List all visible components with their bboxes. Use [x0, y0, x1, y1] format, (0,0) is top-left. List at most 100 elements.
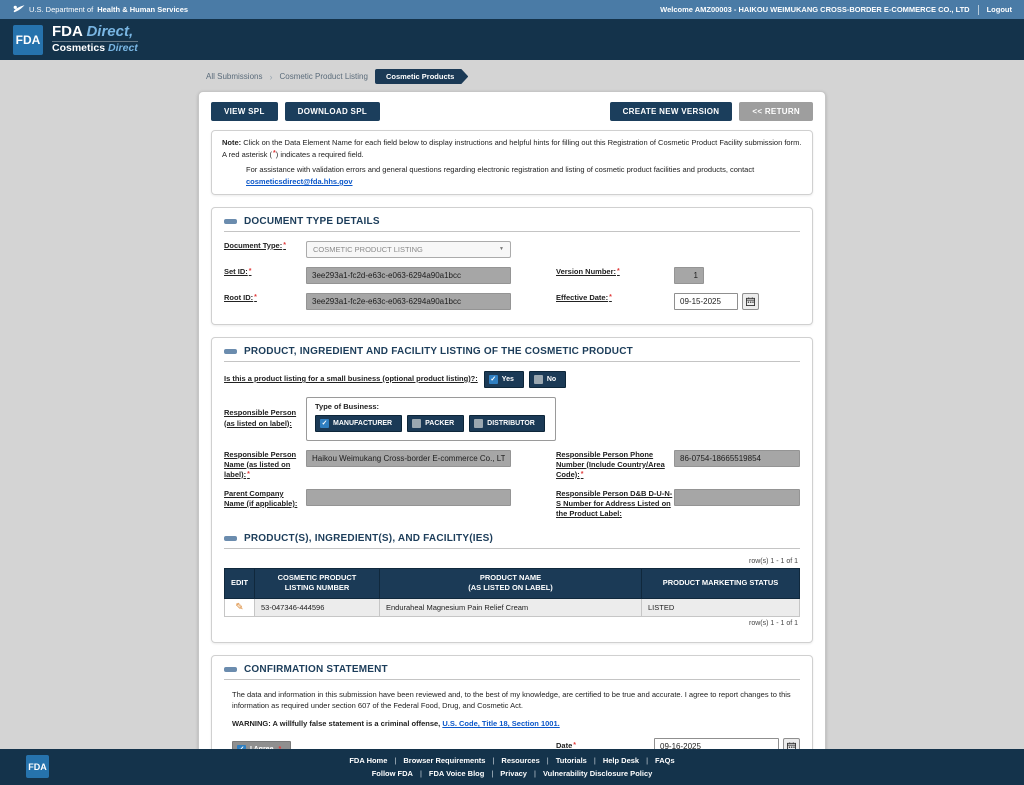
- footer-link-fda-voice-blog[interactable]: FDA Voice Blog: [429, 769, 484, 778]
- cosmeticsdirect-email-link[interactable]: cosmeticsdirect@fda.hhs.gov: [246, 177, 353, 186]
- products-subsection-header: PRODUCT(S), INGREDIENT(S), AND FACILITY(…: [224, 533, 800, 550]
- note-line-2: For assistance with validation errors an…: [222, 164, 802, 187]
- edit-pencil-icon[interactable]: ✎: [235, 602, 243, 613]
- type-of-business-fieldset: Type of Business: ✓ MANUFACTURER PACKER: [306, 396, 556, 441]
- create-new-version-button[interactable]: CREATE NEW VERSION: [609, 102, 733, 121]
- breadcrumb-cosmetic-products[interactable]: Cosmetic Products: [375, 69, 468, 84]
- breadcrumb: All Submissions › Cosmetic Product Listi…: [198, 67, 826, 91]
- required-asterisk: *: [617, 267, 620, 275]
- footer: FDA FDA Home | Browser Requirements | Reso…: [0, 749, 1024, 785]
- small-business-yes-checkbox[interactable]: ✓ Yes: [483, 370, 524, 388]
- effective-date-label[interactable]: Effective Date:*: [556, 293, 674, 303]
- section-title: PRODUCT, INGREDIENT AND FACILITY LISTING…: [244, 345, 633, 357]
- type-of-business-label: Type of Business:: [315, 401, 380, 411]
- breadcrumb-all-submissions[interactable]: All Submissions: [206, 72, 262, 81]
- col-status: PRODUCT MARKETING STATUS: [641, 568, 800, 599]
- app-subtitle-main: Cosmetics: [52, 42, 106, 55]
- rp-phone-label[interactable]: Responsible Person Phone Number (Include…: [556, 450, 674, 480]
- duns-label[interactable]: Responsible Person D&B D-U-N-S Number fo…: [556, 489, 674, 519]
- distributor-checkbox[interactable]: DISTRIBUTOR: [469, 414, 545, 432]
- rp-phone-input: [674, 449, 800, 467]
- footer-link-vulnerability-disclosure[interactable]: Vulnerability Disclosure Policy: [543, 769, 652, 778]
- document-type-select[interactable]: COSMETIC PRODUCT LISTING ▼: [306, 240, 511, 258]
- separator: |: [394, 756, 397, 765]
- root-id-input: [306, 292, 511, 310]
- hhs-brand: U.S. Department of Health & Human Servic…: [12, 3, 188, 16]
- app-subtitle-italic: Direct: [108, 42, 138, 55]
- footer-link-privacy[interactable]: Privacy: [500, 769, 527, 778]
- calendar-icon: [746, 296, 755, 306]
- effective-date-calendar-button[interactable]: [742, 292, 759, 310]
- footer-link-follow-fda[interactable]: Follow FDA: [372, 769, 413, 778]
- checked-checkbox-icon: ✓: [320, 418, 329, 428]
- app-title-main: FDA: [52, 22, 83, 40]
- separator: |: [491, 769, 494, 778]
- effective-date-input[interactable]: [674, 292, 738, 310]
- version-number-input: [674, 266, 704, 284]
- manufacturer-label: MANUFACTURER: [333, 419, 393, 427]
- collapse-dash-icon[interactable]: [224, 348, 237, 354]
- rows-info-bottom: row(s) 1 - 1 of 1: [748, 619, 798, 627]
- separator: |: [533, 769, 536, 778]
- small-business-no-checkbox[interactable]: No: [528, 370, 567, 388]
- rp-name-label[interactable]: Responsible Person Name (as listed on la…: [224, 450, 300, 480]
- view-spl-button[interactable]: VIEW SPL: [211, 102, 278, 121]
- col-product-name: PRODUCT NAME (AS LISTED ON LABEL): [379, 568, 642, 599]
- app-title-italic: Direct,: [86, 22, 134, 40]
- separator: |: [646, 756, 649, 765]
- rp-name-input: [306, 449, 511, 467]
- col-listing-number: COSMETIC PRODUCT LISTING NUMBER: [254, 568, 380, 599]
- root-id-label[interactable]: Root ID:*: [224, 293, 300, 303]
- note-text-b: ) indicates a required field.: [275, 149, 364, 159]
- version-number-label[interactable]: Version Number:*: [556, 267, 674, 277]
- unchecked-checkbox-icon: [474, 418, 484, 428]
- toolbar: VIEW SPL DOWNLOAD SPL CREATE NEW VERSION…: [211, 102, 813, 121]
- hhs-eagle-icon: [13, 5, 25, 13]
- footer-fda-logo[interactable]: FDA: [26, 755, 49, 778]
- document-type-label[interactable]: Document Type:*: [224, 241, 300, 251]
- parent-company-input: [306, 488, 511, 506]
- app-title: FDA Direct, Cosmetics Direct: [52, 22, 138, 55]
- section-header: PRODUCT, INGREDIENT AND FACILITY LISTING…: [224, 346, 800, 362]
- products-table: EDIT COSMETIC PRODUCT LISTING NUMBER PRO…: [224, 568, 800, 617]
- section-header: CONFIRMATION STATEMENT: [224, 664, 800, 680]
- download-spl-button[interactable]: DOWNLOAD SPL: [284, 102, 381, 121]
- footer-link-tutorials[interactable]: Tutorials: [556, 756, 587, 765]
- packer-checkbox[interactable]: PACKER: [407, 414, 465, 432]
- welcome-text: Welcome AMZ00003 - HAIKOU WEIMUKANG CROS…: [660, 5, 970, 14]
- collapse-dash-icon[interactable]: [224, 536, 237, 542]
- footer-link-fda-home[interactable]: FDA Home: [349, 756, 387, 765]
- footer-links-row-1: FDA Home | Browser Requirements | Resource…: [349, 756, 674, 765]
- footer-link-help-desk[interactable]: Help Desk: [603, 756, 639, 765]
- form-card: VIEW SPL DOWNLOAD SPL CREATE NEW VERSION…: [198, 91, 826, 785]
- fda-logo[interactable]: FDA: [13, 24, 43, 55]
- product-ingredient-facility-section: PRODUCT, INGREDIENT AND FACILITY LISTING…: [211, 336, 813, 643]
- chevron-down-icon: ▼: [499, 246, 504, 252]
- footer-link-faqs[interactable]: FAQs: [655, 756, 675, 765]
- small-business-label[interactable]: Is this a product listing for a small bu…: [224, 374, 478, 384]
- breadcrumb-cosmetic-product-listing[interactable]: Cosmetic Product Listing: [279, 72, 367, 81]
- collapse-dash-icon[interactable]: [224, 218, 237, 224]
- divider: [977, 4, 979, 15]
- section-title: DOCUMENT TYPE DETAILS: [244, 215, 380, 227]
- footer-link-browser-requirements[interactable]: Browser Requirements: [403, 756, 485, 765]
- collapse-dash-icon[interactable]: [224, 666, 237, 672]
- footer-link-resources[interactable]: Resources: [501, 756, 539, 765]
- logout-button[interactable]: Logout: [987, 5, 1012, 14]
- app-header: FDA FDA Direct, Cosmetics Direct: [0, 19, 1024, 60]
- responsible-person-label[interactable]: Responsible Person (as listed on label):: [224, 408, 300, 428]
- subsection-title: PRODUCT(S), INGREDIENT(S), AND FACILITY(…: [244, 533, 493, 545]
- separator: |: [492, 756, 495, 765]
- separator: |: [419, 769, 422, 778]
- rows-info-top: row(s) 1 - 1 of 1: [748, 558, 798, 566]
- return-button[interactable]: << RETURN: [739, 102, 813, 121]
- required-asterisk: *: [283, 241, 286, 249]
- us-code-link[interactable]: U.S. Code, Title 18, Section 1001.: [442, 719, 559, 728]
- dept-name: Health & Human Services: [97, 5, 189, 14]
- listing-number-cell: 53-047346-444596: [254, 597, 380, 617]
- main-content: All Submissions › Cosmetic Product Listi…: [198, 60, 826, 785]
- breadcrumb-separator-icon: ›: [269, 71, 273, 82]
- set-id-label[interactable]: Set ID:*: [224, 267, 300, 277]
- manufacturer-checkbox[interactable]: ✓ MANUFACTURER: [315, 414, 403, 432]
- parent-company-label[interactable]: Parent Company Name (if applicable):: [224, 489, 300, 509]
